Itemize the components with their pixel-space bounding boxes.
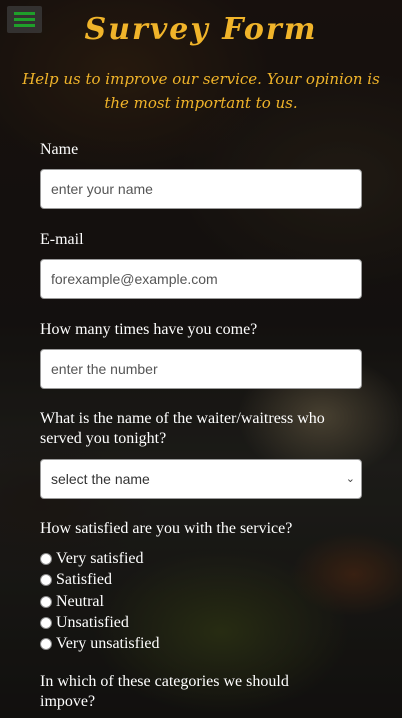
radio-label: Very unsatisfied (56, 635, 160, 652)
satisfaction-label: How satisfied are you with the service? (40, 520, 293, 537)
radio-neutral[interactable]: Neutral (40, 592, 104, 612)
email-input[interactable] (40, 259, 362, 299)
radio-label: Unsatisfied (56, 614, 129, 631)
radio-label: Neutral (56, 593, 104, 610)
improve-label: In which of these categories we should i… (40, 673, 289, 710)
radio-satisfied[interactable]: Satisfied (40, 570, 112, 590)
radio-label: Satisfied (56, 571, 112, 588)
radio-label: Very satisfied (56, 550, 144, 567)
waiter-select[interactable]: select the name ⌄ (40, 459, 362, 499)
page-title: Survey Form (84, 12, 318, 47)
radio-button[interactable] (40, 553, 52, 565)
email-label: E-mail (40, 231, 84, 248)
radio-very-unsatisfied[interactable]: Very unsatisfied (40, 634, 160, 654)
page-subtitle: Help us to improve our service. Your opi… (22, 70, 380, 112)
radio-button[interactable] (40, 574, 52, 586)
visits-label: How many times have you come? (40, 321, 258, 338)
chevron-down-icon: ⌄ (345, 473, 355, 485)
name-label: Name (40, 141, 79, 158)
radio-button[interactable] (40, 596, 52, 608)
radio-button[interactable] (40, 638, 52, 650)
waiter-label: What is the name of the waiter/waitress … (40, 410, 325, 447)
radio-button[interactable] (40, 617, 52, 629)
name-input[interactable] (40, 169, 362, 209)
visits-input[interactable] (40, 349, 362, 389)
waiter-select-value: select the name (51, 471, 150, 487)
radio-very-satisfied[interactable]: Very satisfied (40, 549, 144, 569)
radio-unsatisfied[interactable]: Unsatisfied (40, 613, 129, 633)
